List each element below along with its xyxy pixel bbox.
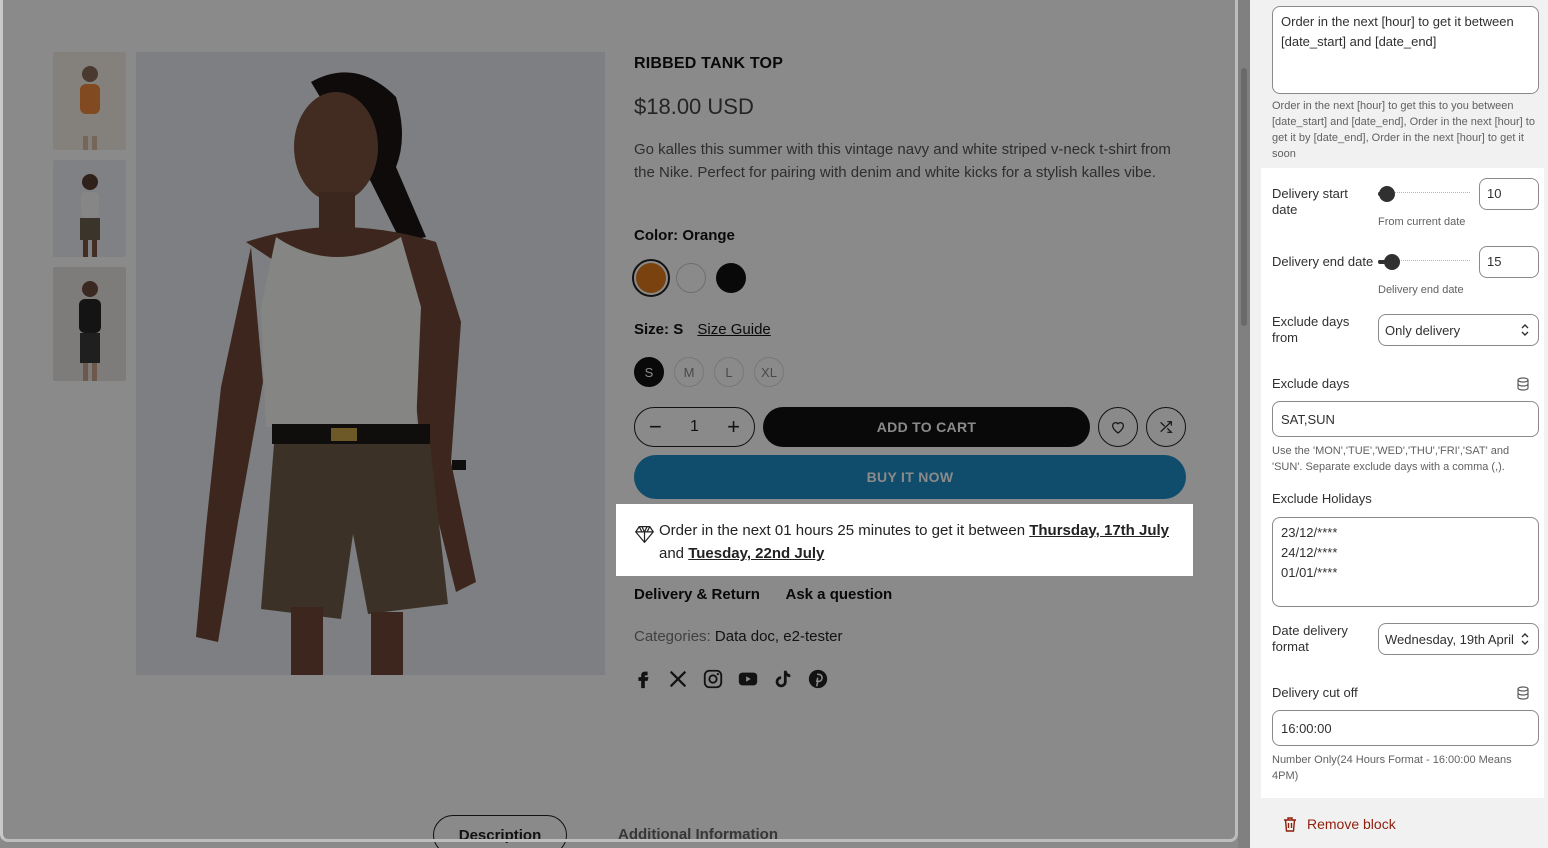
compare-button[interactable] [1146, 407, 1186, 447]
color-swatch-orange[interactable] [632, 259, 670, 297]
wishlist-button[interactable] [1098, 407, 1138, 447]
size-option-xl[interactable]: XL [754, 357, 784, 387]
size-option-m[interactable]: M [674, 357, 704, 387]
delivery-end-label: Delivery end date [1272, 254, 1374, 269]
size-row: Size: S Size Guide [634, 321, 771, 338]
delivery-settings-panel: Delivery start date 10 From current date… [1261, 168, 1544, 798]
x-icon[interactable] [667, 668, 689, 690]
tab-description[interactable]: Description [433, 815, 567, 848]
product-title: RIBBED TANK TOP [634, 55, 784, 72]
product-description: Go kalles this summer with this vintage … [634, 141, 1171, 181]
delivery-end-slider-knob[interactable] [1383, 254, 1400, 270]
tab-additional-information[interactable]: Additional Information [618, 826, 778, 843]
delivery-start-label: Delivery start date [1272, 186, 1348, 217]
tiktok-icon[interactable] [772, 668, 794, 690]
shuffle-icon [1160, 421, 1173, 433]
settings-sidebar: Order in the next [hour] to get it betwe… [1250, 0, 1548, 848]
exclude-from-select[interactable]: Only delivery [1378, 314, 1539, 346]
cutoff-label: Delivery cut off [1272, 685, 1358, 700]
add-to-cart-button[interactable]: ADD TO CART [763, 407, 1090, 447]
color-swatch-white[interactable] [676, 263, 706, 293]
exclude-from-label: Exclude days from [1272, 314, 1350, 345]
tab-ask-question[interactable]: Ask a question [786, 586, 893, 603]
product-thumbnail-black[interactable] [53, 267, 126, 381]
product-price: $18.00 USD [634, 94, 754, 119]
delivery-start-slider-knob[interactable] [1379, 186, 1396, 202]
color-swatch-black[interactable] [716, 263, 746, 293]
date-format-label: Date delivery format [1272, 623, 1348, 654]
preview-scrollbar[interactable] [1238, 0, 1250, 848]
color-value: Orange [682, 227, 735, 244]
color-label: Color: Orange [634, 227, 735, 244]
delivery-message: Order in the next 01 hours 25 minutes to… [659, 522, 1169, 562]
quantity-value[interactable]: 1 [690, 418, 699, 436]
remove-block-button[interactable]: Remove block [1283, 816, 1396, 832]
select-chevron-icon [1521, 324, 1529, 336]
holidays-label: Exclude Holidays [1272, 491, 1372, 506]
holidays-textarea[interactable]: 23/12/**** 24/12/**** 01/01/**** [1272, 517, 1539, 607]
product-info-tabs: Delivery & Return Ask a question [634, 586, 914, 603]
pinterest-icon[interactable] [807, 668, 829, 690]
trash-icon [1284, 816, 1296, 832]
heart-icon [1112, 422, 1124, 434]
plus-icon[interactable]: + [727, 416, 740, 438]
product-main-image[interactable] [136, 52, 605, 675]
delivery-start-date: Thursday, 17th July [1029, 522, 1169, 539]
message-template-help: Order in the next [hour] to get this to … [1272, 100, 1535, 160]
exclude-days-label: Exclude days [1272, 376, 1350, 391]
size-value: S [673, 321, 684, 338]
exclude-days-help: Use the 'MON','TUE','WED','THU','FRI','S… [1272, 445, 1510, 473]
date-format-select[interactable]: Wednesday, 19th April [1378, 623, 1539, 655]
message-template-textarea[interactable]: Order in the next [hour] to get it betwe… [1272, 6, 1539, 94]
delivery-start-input[interactable]: 10 [1479, 178, 1539, 210]
tab-delivery-return[interactable]: Delivery & Return [634, 586, 760, 603]
estimated-delivery-block[interactable]: Order in the next 01 hours 25 minutes to… [616, 504, 1193, 576]
select-chevron-icon [1521, 633, 1529, 645]
categories-value[interactable]: Data doc, e2-tester [715, 628, 843, 645]
facebook-icon[interactable] [632, 668, 654, 690]
product-thumbnail-orange[interactable] [53, 52, 126, 150]
delivery-end-date: Tuesday, 22nd July [688, 545, 825, 562]
youtube-icon[interactable] [737, 668, 759, 690]
storefront-preview: RIBBED TANK TOP $18.00 USD Go kalles thi… [0, 0, 1250, 848]
product-thumbnail-white[interactable] [53, 160, 126, 257]
delivery-end-help: Delivery end date [1378, 284, 1464, 296]
database-icon[interactable] [1516, 686, 1530, 700]
delivery-start-help: From current date [1378, 216, 1466, 228]
quantity-stepper: − 1 + [634, 407, 755, 447]
size-guide-link[interactable]: Size Guide [697, 321, 770, 338]
cutoff-help: Number Only(24 Hours Format - 16:00:00 M… [1272, 754, 1512, 782]
buy-it-now-button[interactable]: BUY IT NOW [634, 455, 1186, 499]
minus-icon[interactable]: − [649, 416, 662, 438]
cutoff-input[interactable]: 16:00:00 [1272, 710, 1539, 746]
instagram-icon[interactable] [702, 668, 724, 690]
delivery-end-input[interactable]: 15 [1479, 246, 1539, 278]
size-option-s[interactable]: S [634, 357, 664, 387]
exclude-days-input[interactable]: SAT,SUN [1272, 401, 1539, 437]
diamond-icon [635, 526, 654, 543]
size-option-l[interactable]: L [714, 357, 744, 387]
database-icon[interactable] [1516, 377, 1530, 391]
categories: Categories: Data doc, e2-tester [634, 628, 843, 645]
